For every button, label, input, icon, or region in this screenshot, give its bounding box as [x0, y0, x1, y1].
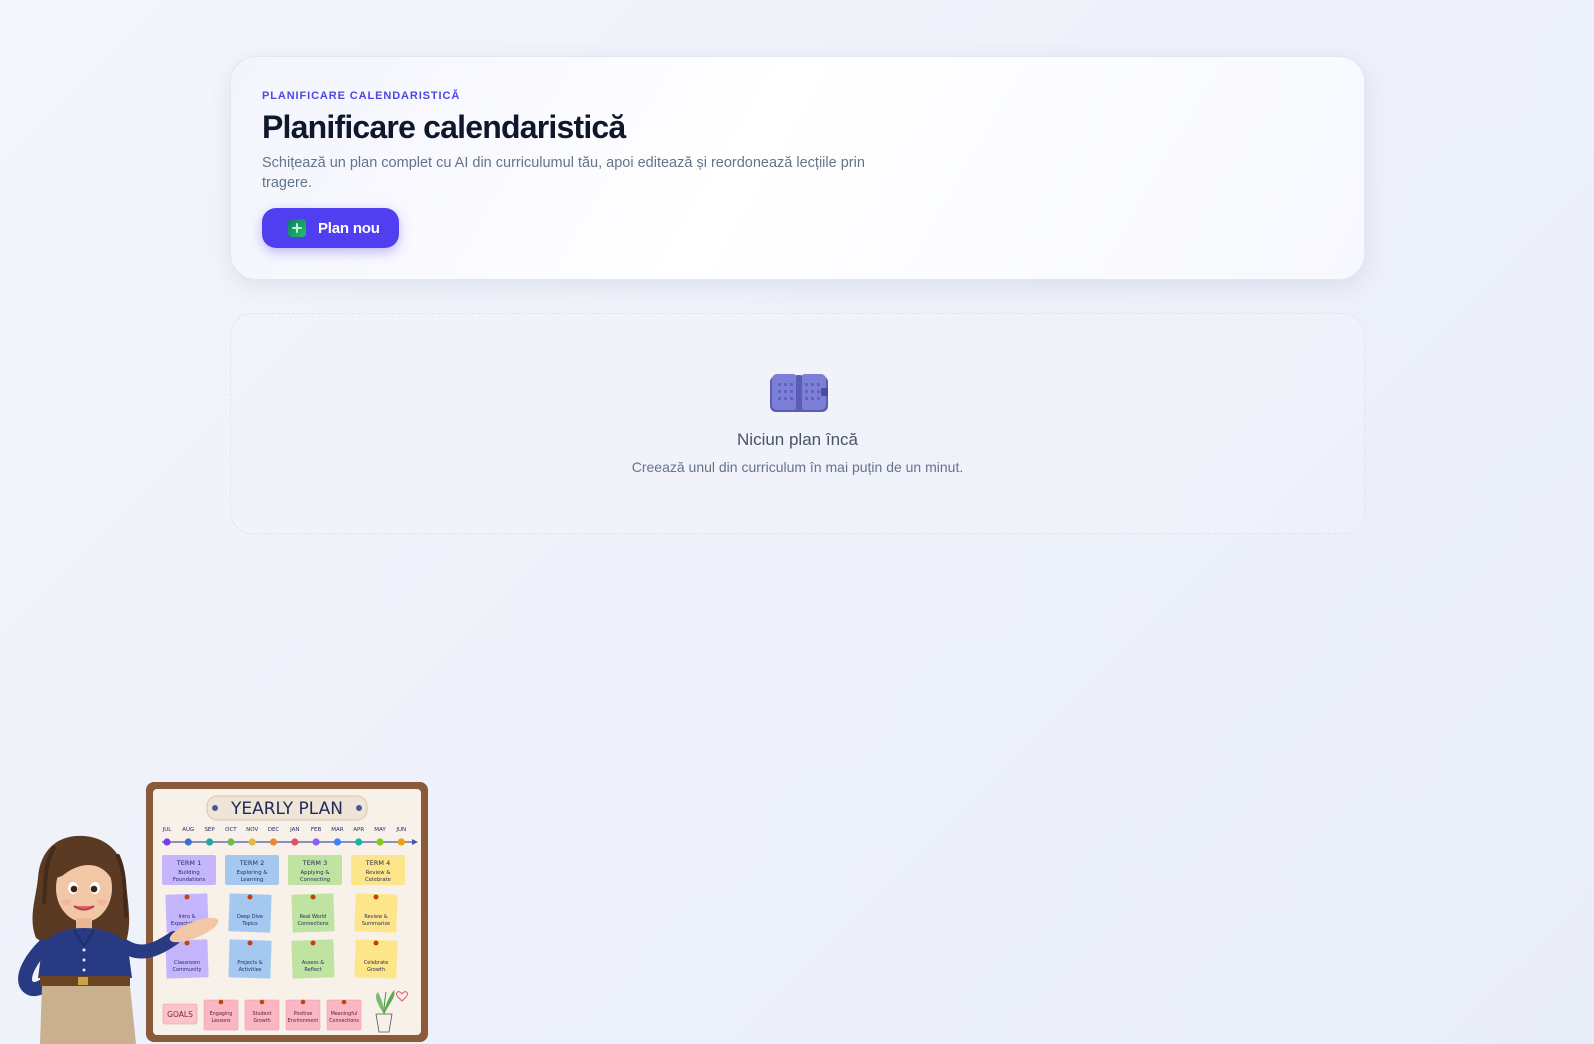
- goal-note-text: Growth: [253, 1018, 270, 1024]
- sticky-note-text: Growth: [367, 967, 385, 973]
- pin-icon: [247, 940, 253, 946]
- timeline-dot: [248, 838, 256, 846]
- sticky-note-text: Reflect: [304, 967, 321, 973]
- term-label: TERM 3: [302, 859, 327, 867]
- term-subtitle: Building: [178, 870, 200, 876]
- goal-note-text: Engaging: [210, 1011, 233, 1017]
- term-label: TERM 1: [176, 859, 201, 867]
- pin-icon: [341, 999, 347, 1005]
- timeline-month: JUL: [162, 827, 173, 833]
- timeline-month: NOV: [246, 827, 258, 833]
- pin-icon: [373, 894, 379, 900]
- sticky-note-text: Summarize: [362, 921, 390, 927]
- page-eyebrow: PLANIFICARE CALENDARISTICĂ: [262, 90, 461, 102]
- page-subtitle: Schițează un plan complet cu AI din curr…: [262, 155, 865, 191]
- sticky-note-text: Deep Dive: [237, 914, 263, 920]
- sticky-note-text: Real World: [300, 914, 327, 920]
- timeline-dot: [163, 838, 171, 846]
- timeline-dot: [227, 838, 235, 846]
- timeline-month: SEP: [204, 827, 215, 833]
- header-card: PLANIFICARE CALENDARISTICĂ Planificare c…: [230, 56, 1365, 280]
- term-label: TERM 4: [365, 859, 390, 867]
- sticky-note-text: Assess &: [302, 960, 325, 966]
- plus-square-icon: [288, 219, 306, 237]
- timeline-dot: [184, 838, 192, 846]
- empty-state-subtitle: Creează unul din curriculum în mai puțin…: [631, 459, 964, 475]
- page-title: Planificare calendaristică: [262, 109, 626, 145]
- timeline-month: MAY: [374, 827, 386, 833]
- timeline-dot: [291, 838, 299, 846]
- goal-note-text: Positive: [294, 1011, 313, 1017]
- sticky-note-text: Classroom: [174, 960, 200, 966]
- pin-icon: [184, 894, 190, 900]
- term-subtitle: Foundations: [173, 877, 206, 883]
- sticky-note-text: Connections: [298, 921, 329, 927]
- empty-state-title: Niciun plan încă: [737, 430, 858, 449]
- sticky-note-text: Community: [173, 967, 202, 973]
- term-label: TERM 2: [239, 859, 264, 867]
- pin-icon: [218, 999, 224, 1005]
- goal-note-text: Meaningful: [331, 1011, 358, 1017]
- pin-icon: [259, 999, 265, 1005]
- term-subtitle: Celebrate: [365, 877, 391, 883]
- term-subtitle: Review &: [366, 870, 391, 876]
- sticky-note-text: Topics: [241, 921, 258, 927]
- timeline-dot: [355, 838, 363, 846]
- timeline-month: JAN: [289, 827, 299, 833]
- new-plan-label: Plan nou: [318, 219, 380, 237]
- timeline-month: FEB: [311, 827, 322, 833]
- pin-icon: [310, 940, 316, 946]
- goals-label: GOALS: [167, 1010, 193, 1019]
- pin-icon: [247, 894, 253, 900]
- timeline-dot: [312, 838, 320, 846]
- goal-note-text: Environment: [288, 1018, 319, 1024]
- timeline-month: AUG: [182, 827, 194, 833]
- timeline-month: JUN: [395, 827, 406, 833]
- timeline-month: OCT: [225, 827, 237, 833]
- new-plan-button[interactable]: Plan nou: [262, 208, 399, 248]
- pin-icon: [310, 894, 316, 900]
- sticky-note-text: Review &: [364, 914, 387, 920]
- term-subtitle: Exploring &: [237, 870, 268, 876]
- board-title: YEARLY PLAN: [230, 799, 343, 819]
- teacher-yearly-plan-illustration: YEARLY PLAN JUL AUG SEP OCT NOV DEC JAN FEB MAR A…: [18, 782, 428, 1044]
- book-icon: [770, 374, 828, 412]
- term-subtitle: Learning: [241, 877, 264, 883]
- empty-state: Niciun plan încă Creează unul din curric…: [230, 313, 1365, 534]
- term-subtitle: Applying &: [301, 870, 330, 876]
- pin-icon: [300, 999, 306, 1005]
- timeline-month: DEC: [268, 827, 280, 833]
- goal-note-text: Connections: [329, 1018, 359, 1024]
- sticky-note-text: Celebrate: [364, 960, 388, 966]
- sticky-note-text: Projects &: [237, 960, 262, 966]
- pin-icon: [373, 940, 379, 946]
- timeline-dot: [376, 838, 384, 846]
- goal-note-text: Lessons: [211, 1018, 231, 1024]
- pin-icon: [184, 940, 190, 946]
- sticky-note-text: Activities: [239, 967, 262, 973]
- timeline-dot: [206, 838, 214, 846]
- goal-note-text: Student: [253, 1011, 272, 1017]
- term-subtitle: Connecting: [300, 877, 330, 883]
- timeline-dot: [333, 838, 341, 846]
- sticky-note-text: Intro &: [178, 914, 195, 920]
- timeline-dot: [397, 838, 405, 846]
- timeline-month: MAR: [331, 827, 344, 833]
- timeline-month: APR: [353, 827, 364, 833]
- timeline-dot: [269, 838, 278, 846]
